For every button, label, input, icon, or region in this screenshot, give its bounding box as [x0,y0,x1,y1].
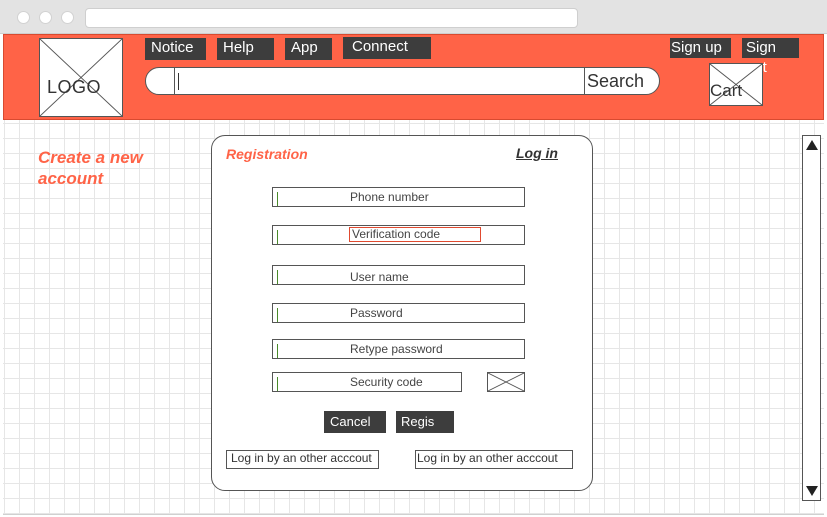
signout-button[interactable]: Sign out [742,38,799,76]
input-caret [277,377,278,391]
input-caret [277,192,278,206]
search-divider [584,68,585,94]
phone-number-placeholder: Phone number [350,190,429,204]
username-placeholder: User name [350,270,409,284]
security-code-field[interactable]: Security code [272,372,462,392]
vertical-scrollbar[interactable] [802,135,821,501]
window-minimize-dot[interactable] [39,11,52,24]
signup-button[interactable]: Sign up [670,38,731,58]
nav-notice[interactable]: Notice [145,38,206,60]
window-maximize-dot[interactable] [61,11,74,24]
password-field[interactable]: Password [272,303,525,323]
phone-number-field[interactable]: Phone number [272,187,525,207]
retype-password-field[interactable]: Retype password [272,339,525,359]
verification-code-field[interactable]: Verification code [272,225,525,245]
search-bar[interactable]: Search [145,67,660,95]
register-button[interactable]: Regis [396,411,454,433]
window-close-dot[interactable] [17,11,30,24]
page-title: Create a new account [38,148,143,188]
search-button[interactable]: Search [587,71,644,92]
site-header: LOGO Notice Help App Connect Search Sign… [3,34,824,120]
nav-connect[interactable]: Connect [343,37,431,59]
captcha-placeholder-icon [488,373,524,391]
password-placeholder: Password [350,306,403,320]
browser-toolbar [0,0,827,34]
input-caret [277,308,278,322]
nav-help[interactable]: Help [217,38,274,60]
search-divider [174,68,175,94]
cart-label: Cart [710,81,743,100]
input-caret [277,230,278,244]
login-link[interactable]: Log in [516,145,558,161]
input-caret [277,270,278,284]
input-caret [277,344,278,358]
alt-login-button[interactable]: Log in by an other acccout [415,450,573,469]
cart-button[interactable]: Cart [709,63,763,106]
logo[interactable]: LOGO [39,38,123,117]
alt-login-button[interactable]: Log in by an other acccout [226,450,379,469]
scroll-up-icon[interactable] [806,140,818,150]
security-code-placeholder: Security code [350,375,423,389]
verification-code-placeholder: Verification code [349,227,481,242]
search-input-caret[interactable] [178,73,179,90]
retype-password-placeholder: Retype password [350,342,443,356]
cancel-button[interactable]: Cancel [324,411,386,433]
scroll-down-icon[interactable] [806,486,818,496]
nav-app[interactable]: App [285,38,332,60]
registration-title: Registration [226,146,308,162]
captcha-image[interactable] [487,372,525,392]
username-field[interactable]: User name [272,265,525,285]
logo-label: LOGO [47,77,102,97]
address-bar[interactable] [85,8,578,28]
